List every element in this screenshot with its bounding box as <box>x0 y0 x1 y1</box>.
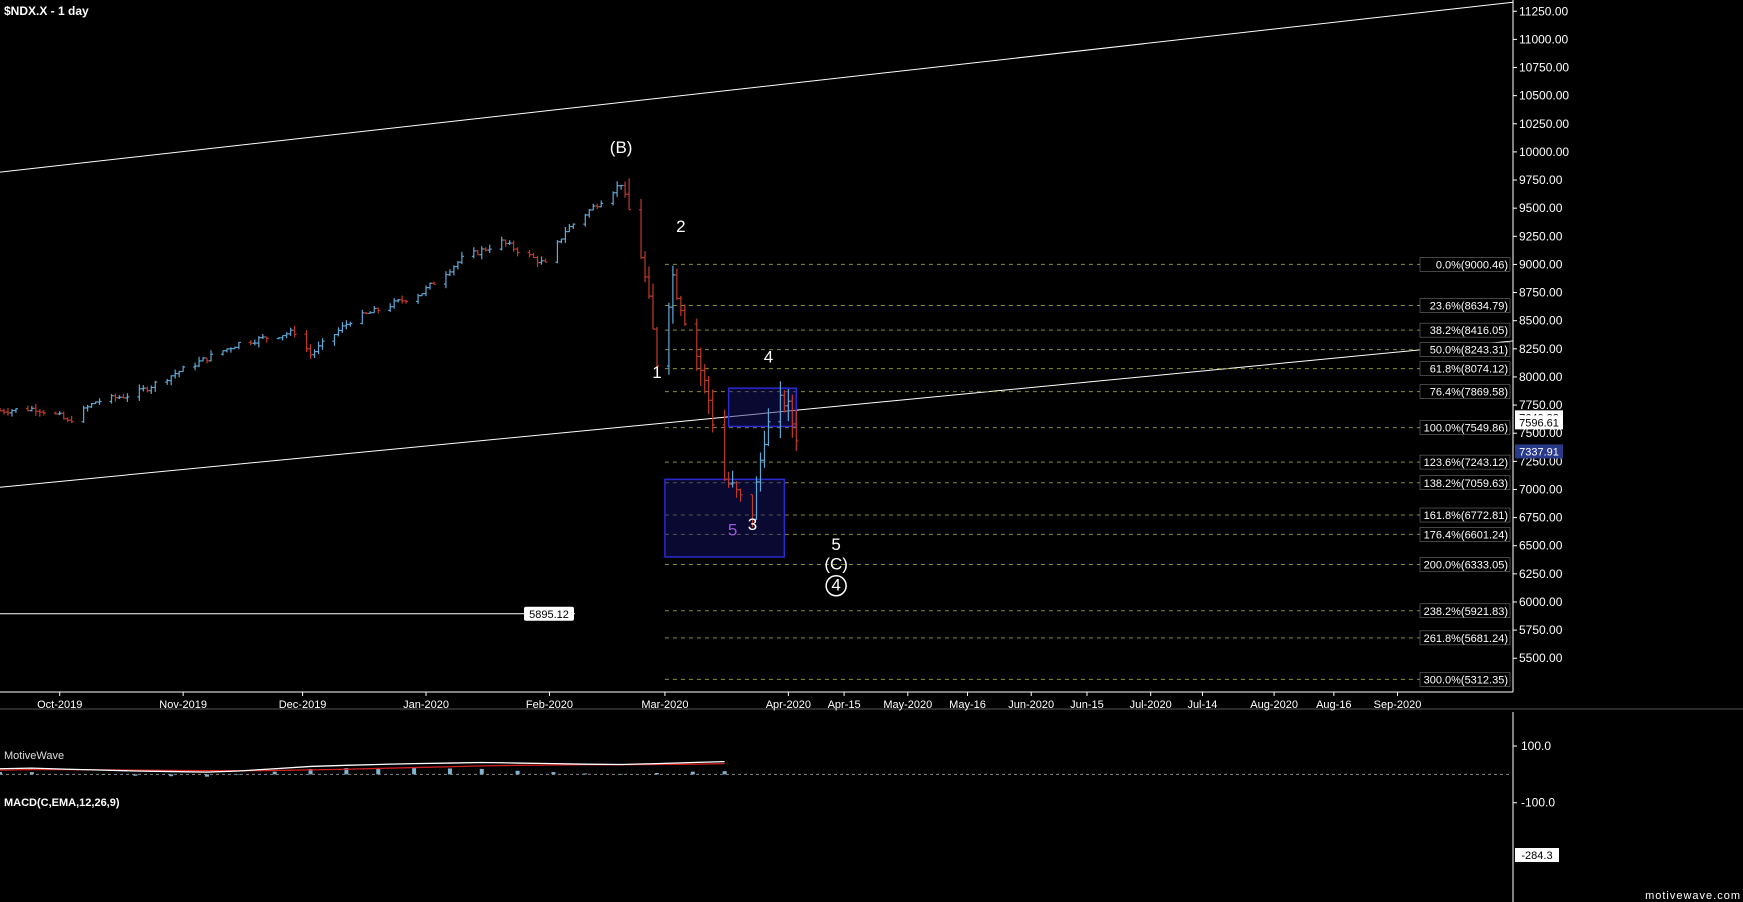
macd-histogram-bar <box>654 773 659 775</box>
macd-panel[interactable]: 100.0 -100.0 -284.3 <box>0 712 1559 902</box>
macd-histogram-bar <box>583 773 588 775</box>
macd-histogram-bar <box>722 771 727 775</box>
x-tick-label: Jun-15 <box>1070 699 1104 711</box>
fib-level-label: 300.0%(5312.35) <box>1424 674 1508 686</box>
fib-level-label: 138.2%(7059.63) <box>1424 478 1508 490</box>
fib-level-label: 176.4%(6601.24) <box>1424 529 1508 541</box>
y-tick-label: 7000.00 <box>1519 482 1563 496</box>
fib-level-label: 61.8%(8074.12) <box>1430 364 1508 376</box>
x-tick-label: Jul-14 <box>1187 699 1217 711</box>
wave-label: 2 <box>676 217 685 236</box>
x-tick-label: Aug-2020 <box>1250 699 1298 711</box>
macd-histogram-bar <box>205 774 210 777</box>
x-tick-label: Oct-2019 <box>37 699 82 711</box>
price-tag-label: 7337.91 <box>1519 446 1559 458</box>
price-tag-label: 7596.61 <box>1519 417 1559 429</box>
y-tick-label: 8750.00 <box>1519 286 1563 300</box>
x-tick-label: Jul-2020 <box>1130 699 1172 711</box>
fib-level-label: 238.2%(5921.83) <box>1424 606 1508 618</box>
x-tick-label: Jan-2020 <box>403 699 449 711</box>
macd-histogram-bar <box>133 774 138 776</box>
x-tick-label: Apr-2020 <box>766 699 811 711</box>
macd-histogram-bar <box>690 771 695 775</box>
x-tick-label: Dec-2019 <box>279 699 327 711</box>
macd-histogram-bar <box>272 771 277 775</box>
site-watermark: motivewave.com <box>1643 890 1743 902</box>
macd-histogram-bar <box>479 768 484 775</box>
wave-label: 5 <box>728 521 737 540</box>
fib-level-label: 200.0%(6333.05) <box>1424 560 1508 572</box>
macd-tick-label: 100.0 <box>1521 739 1551 753</box>
x-tick-label: Aug-16 <box>1316 699 1351 711</box>
wave-label: 4 <box>831 576 840 595</box>
y-tick-label: 10000.00 <box>1519 145 1569 159</box>
x-tick-label: Apr-15 <box>828 699 861 711</box>
wave-label: 4 <box>764 347 773 366</box>
wave-label: (C) <box>824 554 848 573</box>
y-tick-label: 8500.00 <box>1519 314 1563 328</box>
y-tick-label: 5750.00 <box>1519 623 1563 637</box>
target-zone-1 <box>727 387 798 428</box>
chart-title: $NDX.X - 1 day <box>4 4 89 18</box>
y-tick-label: 9000.00 <box>1519 257 1563 271</box>
fib-level-label: 0.0%(9000.46) <box>1436 259 1508 271</box>
fib-level-label: 23.6%(8634.79) <box>1430 301 1508 313</box>
macd-histogram-bar <box>551 772 556 775</box>
x-tick-label: Sep-2020 <box>1374 699 1422 711</box>
y-tick-label: 6250.00 <box>1519 567 1563 581</box>
target-zone-2 <box>664 478 786 558</box>
y-tick-label: 6500.00 <box>1519 539 1563 553</box>
y-tick-label: 9250.00 <box>1519 229 1563 243</box>
fib-level-label: 123.6%(7243.12) <box>1424 457 1508 469</box>
fib-level-label: 50.0%(8243.31) <box>1430 345 1508 357</box>
x-tick-label: Mar-2020 <box>641 699 688 711</box>
channel-upper-line <box>0 1 1514 173</box>
y-tick-label: 10250.00 <box>1519 117 1569 131</box>
y-tick-label: 8000.00 <box>1519 370 1563 384</box>
macd-histogram-bar <box>169 774 174 777</box>
macd-title: MACD(C,EMA,12,26,9) <box>4 797 120 809</box>
x-tick-label: Jun-2020 <box>1008 699 1054 711</box>
macd-histogram-bar <box>515 770 520 775</box>
price-panel[interactable]: 5500.00 5750.00 6000.00 6250.00 6500.00 6750.… <box>0 0 1743 711</box>
x-tick-label: May-2020 <box>883 699 932 711</box>
macd-histogram-bar <box>29 772 34 775</box>
y-tick-label: 11250.00 <box>1519 4 1568 18</box>
fib-level-label: 100.0%(7549.86) <box>1424 423 1508 435</box>
y-tick-label: 10500.00 <box>1519 89 1569 103</box>
y-tick-label: 7750.00 <box>1519 398 1563 412</box>
wave-label: 1 <box>652 363 661 382</box>
wave-label: (B) <box>610 138 633 157</box>
macd-tick-label: -100.0 <box>1521 796 1555 810</box>
fib-level-label: 161.8%(6772.81) <box>1424 510 1508 522</box>
fib-level-label: 261.8%(5681.24) <box>1424 633 1508 645</box>
macd-value-label: -284.3 <box>1521 850 1552 862</box>
y-tick-label: 6750.00 <box>1519 511 1563 525</box>
support-line-label: 5895.12 <box>529 609 569 621</box>
brand-watermark: MotiveWave <box>4 750 65 762</box>
wave-label: 3 <box>748 515 757 534</box>
y-tick-label: 5500.00 <box>1519 651 1563 665</box>
wave-label: 5 <box>831 535 840 554</box>
x-tick-label: Feb-2020 <box>526 699 573 711</box>
macd-histogram-bar <box>447 768 452 775</box>
macd-histogram-bar <box>0 772 2 775</box>
y-tick-label: 8250.00 <box>1519 342 1563 356</box>
y-tick-label: 11000.00 <box>1519 32 1568 46</box>
y-tick-label: 9750.00 <box>1519 173 1563 187</box>
fib-level-label: 76.4%(7869.58) <box>1430 387 1508 399</box>
x-tick-label: May-16 <box>949 699 986 711</box>
y-tick-label: 10750.00 <box>1519 61 1569 75</box>
y-tick-label: 6000.00 <box>1519 595 1563 609</box>
x-tick-label: Nov-2019 <box>159 699 207 711</box>
chart-canvas[interactable]: 5500.00 5750.00 6000.00 6250.00 6500.00 6750.… <box>0 0 1743 902</box>
macd-line <box>0 760 725 773</box>
y-tick-label: 9500.00 <box>1519 201 1563 215</box>
fib-level-label: 38.2%(8416.05) <box>1430 325 1508 337</box>
macd-histogram-bar <box>412 768 417 775</box>
